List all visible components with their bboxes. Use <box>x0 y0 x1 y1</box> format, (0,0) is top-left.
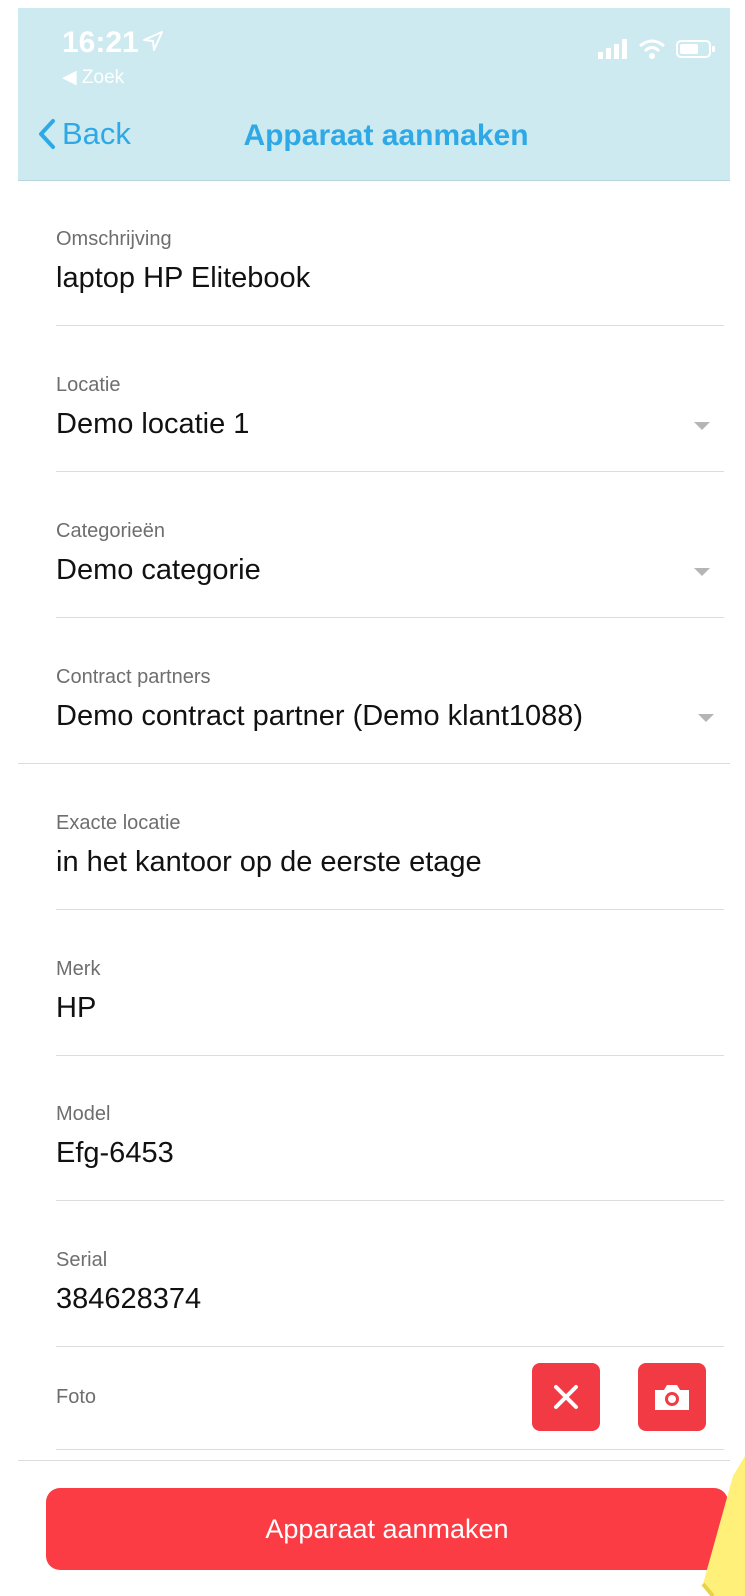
status-indicators <box>598 38 716 60</box>
categorieen-select[interactable]: Categorieën Demo categorie <box>56 520 724 618</box>
merk-input[interactable]: HP <box>56 992 96 1025</box>
merk-label: Merk <box>56 958 101 980</box>
contract-partners-value[interactable]: Demo contract partner (Demo klant1088) <box>56 700 583 733</box>
dropdown-caret-icon[interactable] <box>698 714 714 722</box>
status-time: 16:21 <box>62 26 139 59</box>
serial-label: Serial <box>56 1249 108 1271</box>
foto-row: Foto <box>56 1346 724 1450</box>
page-title: Apparaat aanmaken <box>243 119 529 152</box>
categorieen-label: Categorieën <box>56 520 165 542</box>
contract-partners-select[interactable]: Contract partners Demo contract partner … <box>18 666 730 764</box>
locatie-label: Locatie <box>56 374 121 396</box>
contract-partners-label: Contract partners <box>56 666 211 688</box>
model-label: Model <box>56 1103 111 1125</box>
back-to-app-link[interactable]: ◀ Zoek <box>62 66 124 89</box>
foto-label: Foto <box>56 1386 97 1408</box>
navigation-header: 16:21 ◀ Zoek Back Apparaat aanmaken <box>18 8 730 181</box>
take-photo-button[interactable] <box>638 1363 706 1431</box>
categorieen-value[interactable]: Demo categorie <box>56 554 261 587</box>
app-screen: 16:21 ◀ Zoek Back Apparaat aanmaken Omsc… <box>18 8 730 1596</box>
omschrijving-field[interactable]: Omschrijving laptop HP Elitebook <box>56 228 724 326</box>
remove-photo-button[interactable] <box>532 1363 600 1431</box>
serial-input[interactable]: 384628374 <box>56 1283 201 1316</box>
footer-divider <box>18 1460 730 1461</box>
wifi-icon <box>639 39 665 59</box>
close-icon <box>554 1385 578 1409</box>
location-arrow-icon <box>143 31 163 51</box>
dropdown-caret-icon[interactable] <box>694 422 710 430</box>
omschrijving-input[interactable]: laptop HP Elitebook <box>56 262 310 295</box>
locatie-value[interactable]: Demo locatie 1 <box>56 408 249 441</box>
battery-icon <box>676 40 715 58</box>
signal-icon <box>598 39 627 59</box>
exacte-locatie-input[interactable]: in het kantoor op de eerste etage <box>56 846 482 879</box>
exacte-locatie-field[interactable]: Exacte locatie in het kantoor op de eers… <box>56 812 724 910</box>
camera-icon <box>655 1385 689 1410</box>
model-field[interactable]: Model Efg-6453 <box>56 1103 724 1201</box>
exacte-locatie-label: Exacte locatie <box>56 812 181 834</box>
dropdown-caret-icon[interactable] <box>694 568 710 576</box>
model-input[interactable]: Efg-6453 <box>56 1137 174 1170</box>
serial-field[interactable]: Serial 384628374 <box>56 1249 724 1347</box>
locatie-select[interactable]: Locatie Demo locatie 1 <box>56 374 724 472</box>
create-device-button[interactable]: Apparaat aanmaken <box>46 1488 728 1570</box>
pointer-hint-icon <box>701 1456 745 1596</box>
omschrijving-label: Omschrijving <box>56 228 172 250</box>
merk-field[interactable]: Merk HP <box>56 958 724 1056</box>
